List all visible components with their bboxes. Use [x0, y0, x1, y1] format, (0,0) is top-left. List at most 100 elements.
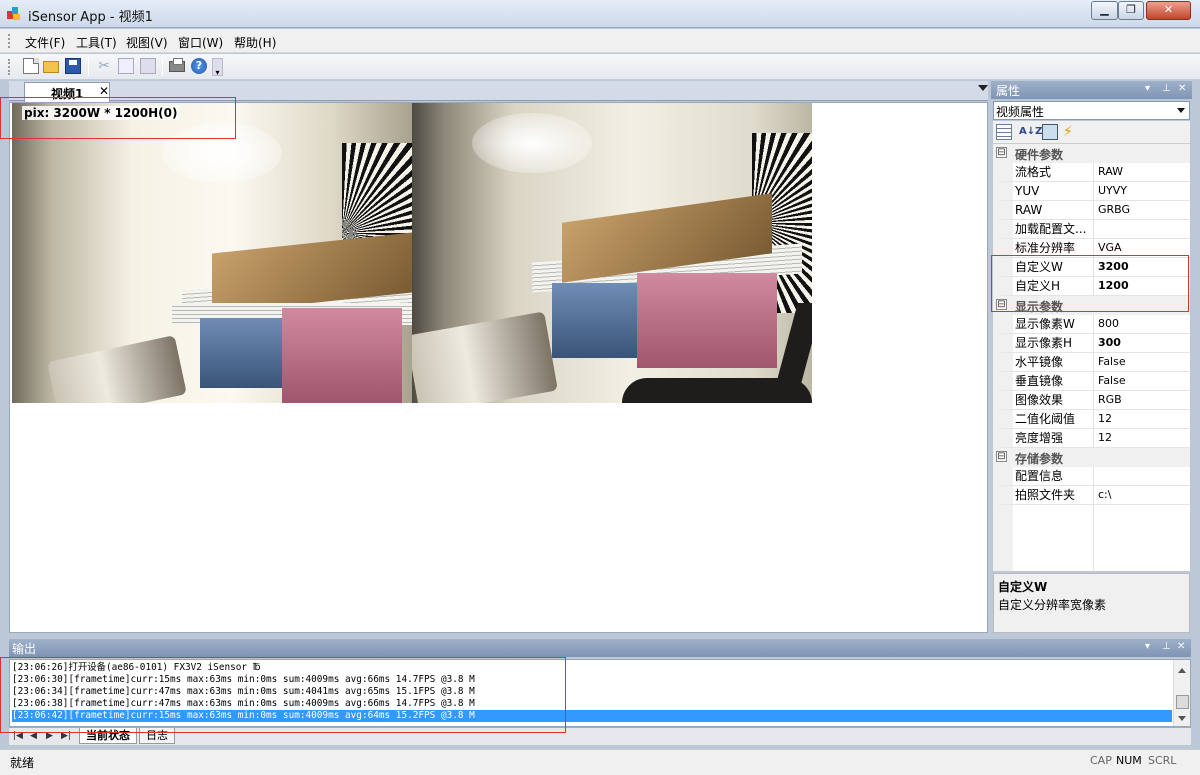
collapse-icon[interactable]: ⊟ — [996, 451, 1007, 462]
property-row[interactable]: 垂直镜像 False — [993, 372, 1190, 391]
close-button[interactable]: ✕ — [1146, 1, 1191, 20]
output-log[interactable]: [23:06:26]打开设备(ae86-0101) FX3V2 iSensor … — [9, 659, 1191, 727]
save-icon[interactable] — [65, 58, 81, 74]
property-name: 亮度增强 — [993, 429, 1093, 448]
property-row[interactable]: 显示像素H 300 — [993, 334, 1190, 353]
log-line[interactable]: [23:06:30][frametime]curr:15ms max:63ms … — [12, 674, 475, 686]
property-row[interactable]: 水平镜像 False — [993, 353, 1190, 372]
property-value[interactable]: VGA — [1093, 239, 1190, 258]
panel-menu-icon[interactable]: ▾ — [1145, 83, 1150, 94]
category-label: 存储参数 — [1015, 452, 1064, 466]
new-file-icon[interactable] — [23, 58, 39, 74]
nav-last-icon[interactable]: ▶| — [61, 731, 71, 741]
property-row-custom-h[interactable]: 自定义H 1200 — [993, 277, 1190, 296]
log-line[interactable]: [23:06:26]打开设备(ae86-0101) FX3V2 iSensor … — [12, 662, 260, 674]
log-line[interactable]: [23:06:34][frametime]curr:47ms max:63ms … — [12, 686, 475, 698]
property-row[interactable]: 标准分辨率 VGA — [993, 239, 1190, 258]
log-line-selected[interactable]: [23:06:42][frametime]curr:15ms max:63ms … — [12, 710, 1172, 722]
property-pages-icon[interactable] — [1042, 124, 1058, 140]
property-value[interactable]: UYVY — [1093, 182, 1190, 201]
property-description: 自定义W 自定义分辨率宽像素 — [993, 573, 1190, 633]
property-row[interactable]: 图像效果 RGB — [993, 391, 1190, 410]
cut-icon[interactable]: ✂ — [96, 58, 112, 74]
property-row[interactable]: 显示像素W 800 — [993, 315, 1190, 334]
property-value[interactable]: 1200 — [1093, 277, 1190, 296]
scroll-thumb[interactable] — [1176, 695, 1189, 709]
tab-list-dropdown-icon[interactable] — [978, 85, 988, 91]
property-value[interactable]: RAW — [1093, 163, 1190, 182]
property-row[interactable]: 加载配置文... — [993, 220, 1190, 239]
output-scrollbar[interactable] — [1173, 660, 1190, 726]
property-row[interactable]: 亮度增强 12 — [993, 429, 1190, 448]
property-row[interactable]: 配置信息 — [993, 467, 1190, 486]
property-row-custom-w[interactable]: 自定义W 3200 — [993, 258, 1190, 277]
property-value[interactable]: 300 — [1093, 334, 1190, 353]
property-value[interactable]: RGB — [1093, 391, 1190, 410]
property-value[interactable]: 12 — [1093, 429, 1190, 448]
categorized-view-icon[interactable] — [996, 124, 1012, 140]
property-name: 显示像素W — [993, 315, 1093, 334]
title-bar: iSensor App - 视频1 ▁ ❐ ✕ — [0, 0, 1200, 28]
events-lightning-icon[interactable]: ⚡ — [1063, 124, 1079, 140]
scroll-down-icon[interactable] — [1178, 716, 1186, 721]
property-row[interactable]: 拍照文件夹 c:\ — [993, 486, 1190, 505]
properties-panel-header: 属性 ▾ ⊥ ✕ — [991, 81, 1192, 99]
tab-video1[interactable]: 视频1 ✕ — [24, 82, 110, 102]
property-row[interactable]: RAW GRBG — [993, 201, 1190, 220]
panel-close-icon[interactable]: ✕ — [1178, 83, 1186, 94]
toolbar-separator — [88, 58, 89, 76]
caps-lock-indicator: CAP — [1090, 754, 1112, 767]
toolbar-overflow-icon[interactable]: ▾ — [212, 58, 223, 77]
property-value[interactable]: 12 — [1093, 410, 1190, 429]
tab-close-icon[interactable]: ✕ — [99, 84, 109, 98]
collapse-icon[interactable]: ⊟ — [996, 299, 1007, 310]
window-title: iSensor App - 视频1 — [28, 10, 153, 25]
property-value[interactable] — [1093, 467, 1190, 486]
video-view[interactable]: pix: 3200W * 1200H(0) — [9, 102, 988, 633]
alphabetical-sort-icon[interactable]: A↓Z — [1019, 124, 1042, 140]
print-icon[interactable] — [169, 58, 185, 72]
property-value[interactable]: False — [1093, 353, 1190, 372]
maximize-button[interactable]: ❐ — [1118, 1, 1144, 20]
property-name: 显示像素H — [993, 334, 1093, 353]
category-storage[interactable]: ⊟ 存储参数 — [993, 448, 1190, 467]
property-value[interactable]: c:\ — [1093, 486, 1190, 505]
menu-window[interactable]: 窗口(W) — [178, 34, 223, 51]
nav-prev-icon[interactable]: ◀ — [30, 731, 37, 741]
menu-tools[interactable]: 工具(T) — [76, 34, 117, 51]
property-value[interactable]: 800 — [1093, 315, 1190, 334]
category-display[interactable]: ⊟ 显示参数 — [993, 296, 1190, 315]
paste-icon[interactable] — [140, 58, 156, 74]
menu-file[interactable]: 文件(F) — [25, 34, 65, 51]
category-hardware[interactable]: ⊟ 硬件参数 — [993, 144, 1190, 163]
menu-help[interactable]: 帮助(H) — [234, 34, 276, 51]
help-icon[interactable]: ? — [191, 58, 207, 74]
property-value[interactable]: 3200 — [1093, 258, 1190, 277]
panel-pin-icon[interactable]: ⊥ — [1162, 641, 1171, 652]
panel-close-icon[interactable]: ✕ — [1177, 641, 1185, 652]
menu-grip-icon — [8, 34, 11, 48]
property-value[interactable]: False — [1093, 372, 1190, 391]
menu-view[interactable]: 视图(V) — [126, 34, 168, 51]
properties-toolbar: A↓Z ⚡ — [993, 121, 1190, 143]
nav-next-icon[interactable]: ▶ — [46, 731, 53, 741]
scroll-up-icon[interactable] — [1178, 668, 1186, 673]
open-folder-icon[interactable] — [43, 61, 59, 73]
tab-current-status[interactable]: 当前状态 — [79, 728, 137, 744]
panel-pin-icon[interactable]: ⊥ — [1162, 83, 1171, 94]
nav-first-icon[interactable]: |◀ — [13, 731, 23, 741]
property-row[interactable]: 流格式 RAW — [993, 163, 1190, 182]
minimize-button[interactable]: ▁ — [1091, 1, 1118, 20]
property-value[interactable]: GRBG — [1093, 201, 1190, 220]
tab-log[interactable]: 日志 — [139, 728, 175, 744]
log-line[interactable]: [23:06:38][frametime]curr:47ms max:63ms … — [12, 698, 475, 710]
copy-icon[interactable] — [118, 58, 134, 74]
object-selector-dropdown[interactable]: 视频属性 — [993, 101, 1190, 120]
panel-menu-icon[interactable]: ▾ — [1145, 641, 1150, 652]
pixel-size-label: pix: 3200W * 1200H(0) — [22, 106, 180, 120]
status-bar: 就绪 CAP NUM SCRL — [0, 749, 1200, 775]
collapse-icon[interactable]: ⊟ — [996, 147, 1007, 158]
property-value[interactable] — [1093, 220, 1190, 239]
property-row[interactable]: 二值化阈值 12 — [993, 410, 1190, 429]
property-row[interactable]: YUV UYVY — [993, 182, 1190, 201]
